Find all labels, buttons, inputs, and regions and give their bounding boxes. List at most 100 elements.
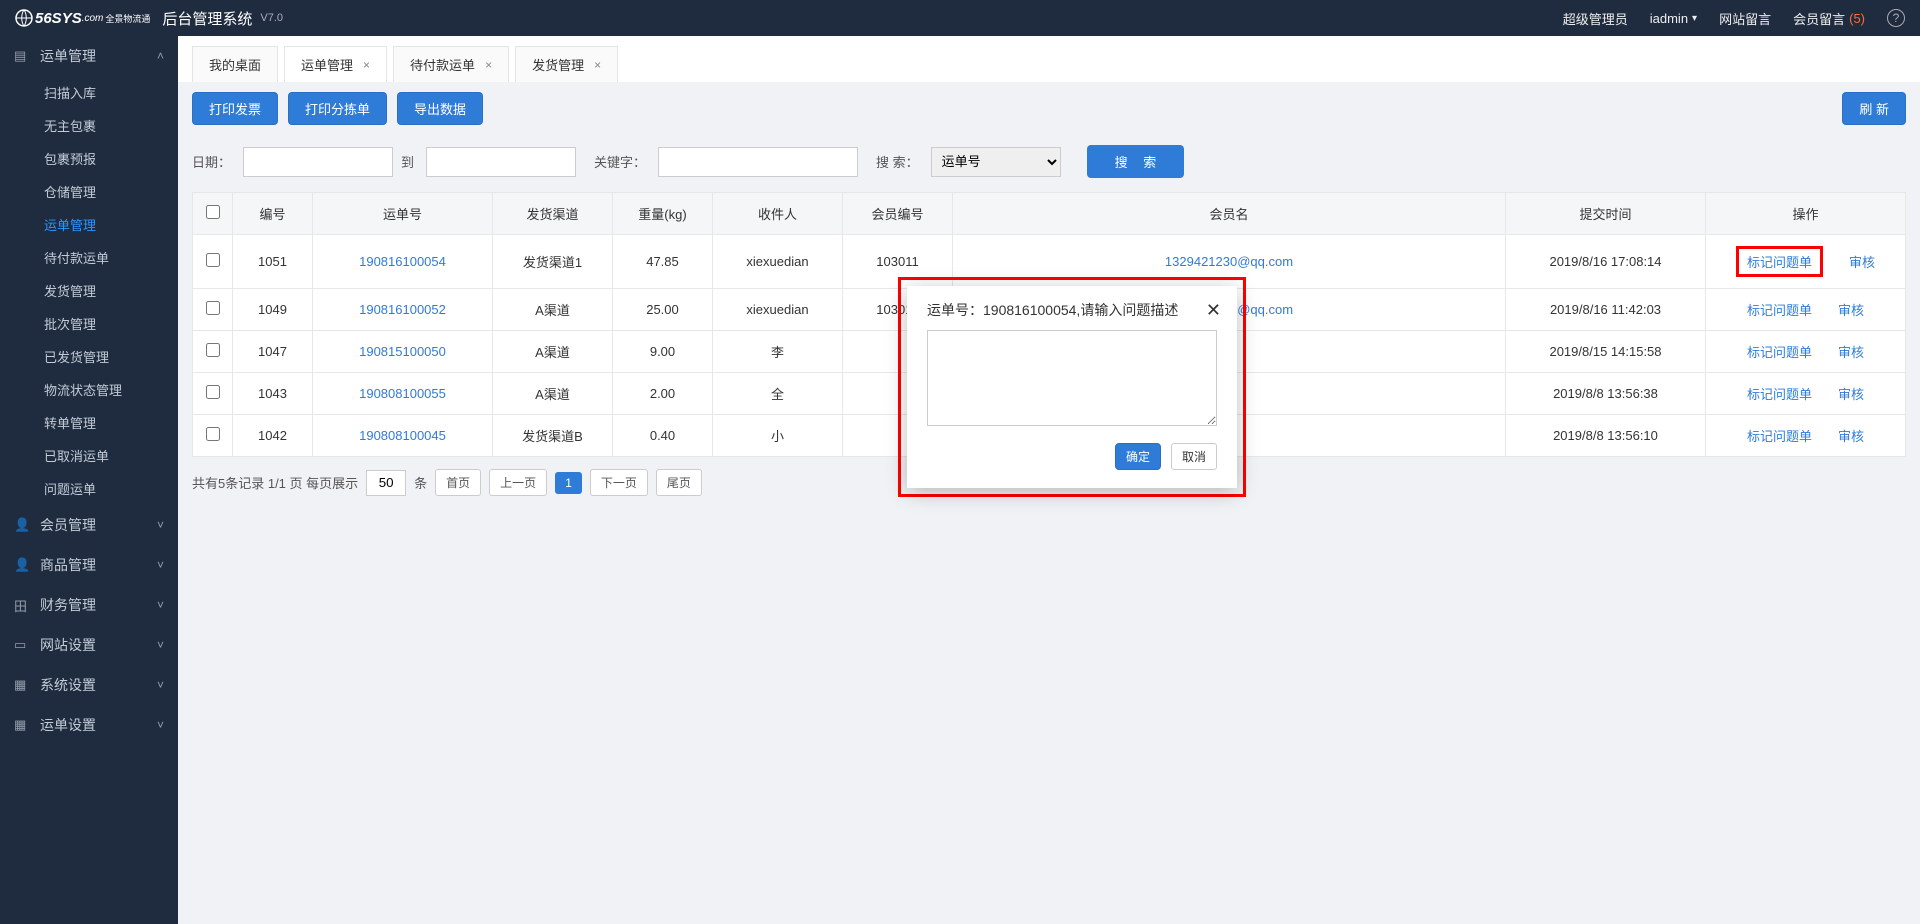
cell-weight: 0.40 [613, 415, 713, 457]
modal-close-icon[interactable]: ✕ [1206, 301, 1221, 319]
mark-issue-link[interactable]: 标记问题单 [1747, 387, 1812, 402]
col-header: 会员编号 [843, 193, 953, 235]
row-checkbox[interactable] [206, 253, 220, 267]
pager-last[interactable]: 尾页 [656, 469, 702, 496]
tab[interactable]: 待付款运单× [393, 46, 509, 82]
site-messages-link[interactable]: 网站留言 [1719, 9, 1771, 28]
sidebar-item[interactable]: 批次管理 [0, 307, 178, 340]
sidebar-item[interactable]: 扫描入库 [0, 76, 178, 109]
keyword-input[interactable] [658, 147, 858, 177]
tab[interactable]: 我的桌面 [192, 46, 278, 82]
pager-first[interactable]: 首页 [435, 469, 481, 496]
mark-issue-link[interactable]: 标记问题单 [1747, 345, 1812, 360]
sidebar-item[interactable]: 已发货管理 [0, 340, 178, 373]
search-bar: 日期： 到 关键字： 搜 索： 运单号 搜 索 [192, 145, 1906, 178]
sidebar-group[interactable]: 👤商品管理˅ [0, 545, 178, 585]
user-icon: 👤 [14, 517, 30, 533]
row-checkbox[interactable] [206, 385, 220, 399]
cell-waybill-link[interactable]: 190808100045 [313, 415, 493, 457]
sidebar-item[interactable]: 已取消运单 [0, 439, 178, 472]
cell-waybill-link[interactable]: 190816100054 [313, 235, 493, 289]
date-to-input[interactable] [426, 147, 576, 177]
select-all-checkbox[interactable] [206, 205, 220, 219]
sidebar-item[interactable]: 运单管理 [0, 208, 178, 241]
tab-close-icon[interactable]: × [485, 58, 492, 72]
date-from-input[interactable] [243, 147, 393, 177]
cell-weight: 47.85 [613, 235, 713, 289]
doc-icon: ▤ [14, 48, 30, 64]
print-sort-button[interactable]: 打印分拣单 [288, 92, 387, 125]
user-icon: 👤 [14, 557, 30, 573]
cell-id: 1042 [233, 415, 313, 457]
pager-current[interactable]: 1 [555, 472, 582, 494]
cell-receiver: 全 [713, 373, 843, 415]
sidebar-item[interactable]: 待付款运单 [0, 241, 178, 274]
audit-link[interactable]: 审核 [1849, 255, 1875, 270]
cell-time: 2019/8/8 13:56:10 [1506, 415, 1706, 457]
tab-label: 运单管理 [301, 55, 353, 74]
user-menu[interactable]: iadmin ▾ [1650, 11, 1697, 26]
sidebar-item[interactable]: 发货管理 [0, 274, 178, 307]
col-header: 发货渠道 [493, 193, 613, 235]
sidebar-group[interactable]: ⽥财务管理˅ [0, 585, 178, 625]
issue-modal: 运单号：190816100054,请输入问题描述 ✕ 确定 取消 [907, 286, 1237, 488]
logo-badge: 56SYS.com 全景物流通 [15, 9, 150, 27]
modal-ok-button[interactable]: 确定 [1115, 443, 1161, 470]
sidebar-item[interactable]: 物流状态管理 [0, 373, 178, 406]
tab[interactable]: 运单管理 × [284, 46, 387, 82]
sidebar-group[interactable]: 👤会员管理˅ [0, 505, 178, 545]
pager-prev[interactable]: 上一页 [489, 469, 547, 496]
help-icon[interactable]: ? [1887, 9, 1905, 27]
cell-actions: 标记问题单 审核 [1706, 415, 1906, 457]
audit-link[interactable]: 审核 [1838, 387, 1864, 402]
audit-link[interactable]: 审核 [1838, 303, 1864, 318]
cell-waybill-link[interactable]: 190815100050 [313, 331, 493, 373]
row-checkbox[interactable] [206, 301, 220, 315]
per-page-input[interactable] [366, 470, 406, 496]
date-label: 日期： [192, 152, 231, 171]
row-checkbox[interactable] [206, 343, 220, 357]
audit-link[interactable]: 审核 [1838, 345, 1864, 360]
cell-waybill-link[interactable]: 190808100055 [313, 373, 493, 415]
refresh-button[interactable]: 刷 新 [1842, 92, 1906, 125]
member-msg-label: 会员留言 [1793, 9, 1845, 28]
audit-link[interactable]: 审核 [1838, 429, 1864, 444]
member-messages-link[interactable]: 会员留言 (5) [1793, 9, 1865, 28]
sidebar-item[interactable]: 无主包裹 [0, 109, 178, 142]
print-invoice-button[interactable]: 打印发票 [192, 92, 278, 125]
cell-weight: 9.00 [613, 331, 713, 373]
search-field-select[interactable]: 运单号 [931, 147, 1061, 177]
sidebar-item[interactable]: 仓储管理 [0, 175, 178, 208]
tab-close-icon[interactable]: × [363, 58, 370, 72]
tab[interactable]: 发货管理 × [515, 46, 618, 82]
cell-waybill-link[interactable]: 190816100052 [313, 289, 493, 331]
export-button[interactable]: 导出数据 [397, 92, 483, 125]
tab-close-icon[interactable]: × [594, 58, 601, 72]
mark-issue-link[interactable]: 标记问题单 [1747, 429, 1812, 444]
sidebar-item[interactable]: 转单管理 [0, 406, 178, 439]
sidebar-group[interactable]: ▦系统设置˅ [0, 665, 178, 705]
modal-cancel-button[interactable]: 取消 [1171, 443, 1217, 470]
search-button[interactable]: 搜 索 [1087, 145, 1185, 178]
grid-icon: ▦ [14, 677, 30, 693]
pager-next[interactable]: 下一页 [590, 469, 648, 496]
sidebar-group[interactable]: ▦运单设置˅ [0, 705, 178, 745]
sidebar-group[interactable]: ▭网站设置˅ [0, 625, 178, 665]
chevron-down-icon: ˅ [157, 718, 164, 732]
mark-issue-link[interactable]: 标记问题单 [1736, 246, 1823, 277]
sidebar-item[interactable]: 问题运单 [0, 472, 178, 505]
sidebar-item[interactable]: 包裹预报 [0, 142, 178, 175]
cell-weight: 2.00 [613, 373, 713, 415]
tab-label: 发货管理 [532, 55, 584, 74]
col-header: 编号 [233, 193, 313, 235]
tab-bar: 我的桌面运单管理×待付款运单×发货管理× [178, 36, 1920, 82]
mark-issue-link[interactable]: 标记问题单 [1747, 303, 1812, 318]
to-label: 到 [401, 152, 414, 171]
cell-id: 1049 [233, 289, 313, 331]
sidebar-group[interactable]: ▤运单管理˄ [0, 36, 178, 76]
cell-receiver: xiexuedian [713, 235, 843, 289]
row-checkbox[interactable] [206, 427, 220, 441]
chevron-down-icon: ˅ [157, 518, 164, 532]
issue-description-textarea[interactable] [927, 330, 1217, 426]
logo: 56SYS.com 全景物流通 后台管理系统 V7.0 [15, 8, 283, 29]
